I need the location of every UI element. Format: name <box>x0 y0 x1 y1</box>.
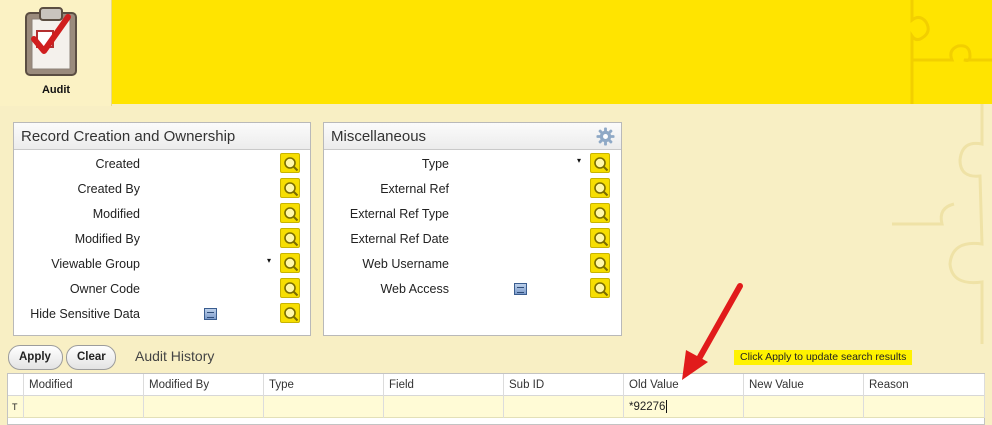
search-button[interactable] <box>590 178 610 198</box>
magnifier-icon <box>594 207 609 222</box>
field-label: External Ref <box>380 182 449 196</box>
search-button[interactable] <box>590 203 610 223</box>
grid-filter-row: T *92276 <box>8 396 985 418</box>
filter-cell[interactable] <box>144 396 264 418</box>
audit-history-title: Audit History <box>135 348 215 364</box>
field-label: External Ref Type <box>349 207 449 221</box>
field-row: Created By <box>14 177 310 202</box>
field-row: Hide Sensitive Data <box>14 302 310 327</box>
dropdown-arrow-icon[interactable]: ▾ <box>577 156 581 165</box>
field-row: External Ref Date <box>324 227 621 252</box>
field-label: Web Username <box>362 257 449 271</box>
field-row: External Ref Type <box>324 202 621 227</box>
apply-hint-message: Click Apply to update search results <box>734 350 913 365</box>
grid-header-row: Modified Modified By Type Field Sub ID Old Va… <box>8 374 985 396</box>
magnifier-icon <box>284 207 299 222</box>
column-header[interactable]: Field <box>384 374 504 396</box>
magnifier-icon <box>284 182 299 197</box>
record-creation-panel: Record Creation and Ownership Created Cre… <box>13 122 311 336</box>
field-row: Created <box>14 152 310 177</box>
field-label: Created <box>95 157 140 171</box>
gear-icon[interactable] <box>596 127 615 146</box>
magnifier-icon <box>594 232 609 247</box>
filter-cell[interactable] <box>24 396 144 418</box>
magnifier-icon <box>284 157 299 172</box>
miscellaneous-panel-header: Miscellaneous <box>324 123 621 150</box>
magnifier-icon <box>284 282 299 297</box>
filter-cell[interactable] <box>744 396 864 418</box>
field-label: Type <box>421 157 449 171</box>
field-row: Modified By <box>14 227 310 252</box>
search-button[interactable] <box>280 153 300 173</box>
magnifier-icon <box>284 307 299 322</box>
column-header[interactable]: Old Value <box>624 374 744 396</box>
search-button[interactable] <box>590 153 610 173</box>
checkbox-icon[interactable] <box>514 283 527 295</box>
search-button[interactable] <box>590 278 610 298</box>
clear-button[interactable]: Clear <box>66 345 116 370</box>
field-row: Viewable Group ▾ <box>14 252 310 277</box>
miscellaneous-panel-title: Miscellaneous <box>331 128 427 145</box>
filter-cell[interactable]: *92276 <box>624 396 744 418</box>
audit-history-toolbar: Apply Clear Audit History Click Apply to… <box>7 344 992 372</box>
grid-corner-cell <box>8 374 24 396</box>
puzzle-decoration <box>910 0 992 104</box>
column-header[interactable]: Type <box>264 374 384 396</box>
record-creation-panel-title: Record Creation and Ownership <box>14 123 310 150</box>
search-button[interactable] <box>280 303 300 323</box>
puzzle-background-decoration <box>892 104 984 344</box>
column-header[interactable]: New Value <box>744 374 864 396</box>
field-label: Viewable Group <box>51 257 140 271</box>
filter-cell[interactable] <box>384 396 504 418</box>
field-label: Hide Sensitive Data <box>30 307 140 321</box>
search-button[interactable] <box>590 253 610 273</box>
field-label: Web Access <box>380 282 449 296</box>
column-header[interactable]: Modified By <box>144 374 264 396</box>
dropdown-arrow-icon[interactable]: ▾ <box>267 256 271 265</box>
search-button[interactable] <box>280 278 300 298</box>
search-button[interactable] <box>280 228 300 248</box>
column-header[interactable]: Modified <box>24 374 144 396</box>
column-header[interactable]: Reason <box>864 374 985 396</box>
magnifier-icon <box>594 182 609 197</box>
search-button[interactable] <box>590 228 610 248</box>
header-band <box>0 0 992 104</box>
field-label: Created By <box>77 182 140 196</box>
miscellaneous-panel: Miscellaneous Type ▾ External Ref External … <box>323 122 622 336</box>
text-cursor <box>666 400 668 414</box>
field-row: Modified <box>14 202 310 227</box>
filter-cell[interactable] <box>504 396 624 418</box>
magnifier-icon <box>284 232 299 247</box>
field-row: Web Username <box>324 252 621 277</box>
filter-cell[interactable] <box>264 396 384 418</box>
filter-value: *92276 <box>629 401 666 413</box>
field-label: Modified <box>92 207 140 221</box>
audit-tab-label: Audit <box>41 84 71 96</box>
audit-history-grid: Modified Modified By Type Field Sub ID Old Va… <box>7 373 985 425</box>
field-row: Owner Code <box>14 277 310 302</box>
search-button[interactable] <box>280 253 300 273</box>
field-label: External Ref Date <box>350 232 449 246</box>
audit-tab[interactable]: Audit <box>0 0 112 106</box>
search-button[interactable] <box>280 203 300 223</box>
filter-icon: T <box>8 396 24 418</box>
apply-button[interactable]: Apply <box>8 345 63 370</box>
search-button[interactable] <box>280 178 300 198</box>
checkbox-icon[interactable] <box>204 308 217 320</box>
record-creation-field-list: Created Created By Modified Modified By View… <box>14 150 310 327</box>
filter-cell[interactable] <box>864 396 985 418</box>
magnifier-icon <box>594 257 609 272</box>
magnifier-icon <box>594 282 609 297</box>
field-row: Web Access <box>324 277 621 302</box>
field-row: Type ▾ <box>324 152 621 177</box>
clipboard-check-icon <box>25 7 77 76</box>
magnifier-icon <box>284 257 299 272</box>
field-label: Modified By <box>74 232 140 246</box>
magnifier-icon <box>594 157 609 172</box>
column-header[interactable]: Sub ID <box>504 374 624 396</box>
miscellaneous-field-list: Type ▾ External Ref External Ref Type Extern… <box>324 150 621 302</box>
field-row: External Ref <box>324 177 621 202</box>
field-label: Owner Code <box>69 282 140 296</box>
